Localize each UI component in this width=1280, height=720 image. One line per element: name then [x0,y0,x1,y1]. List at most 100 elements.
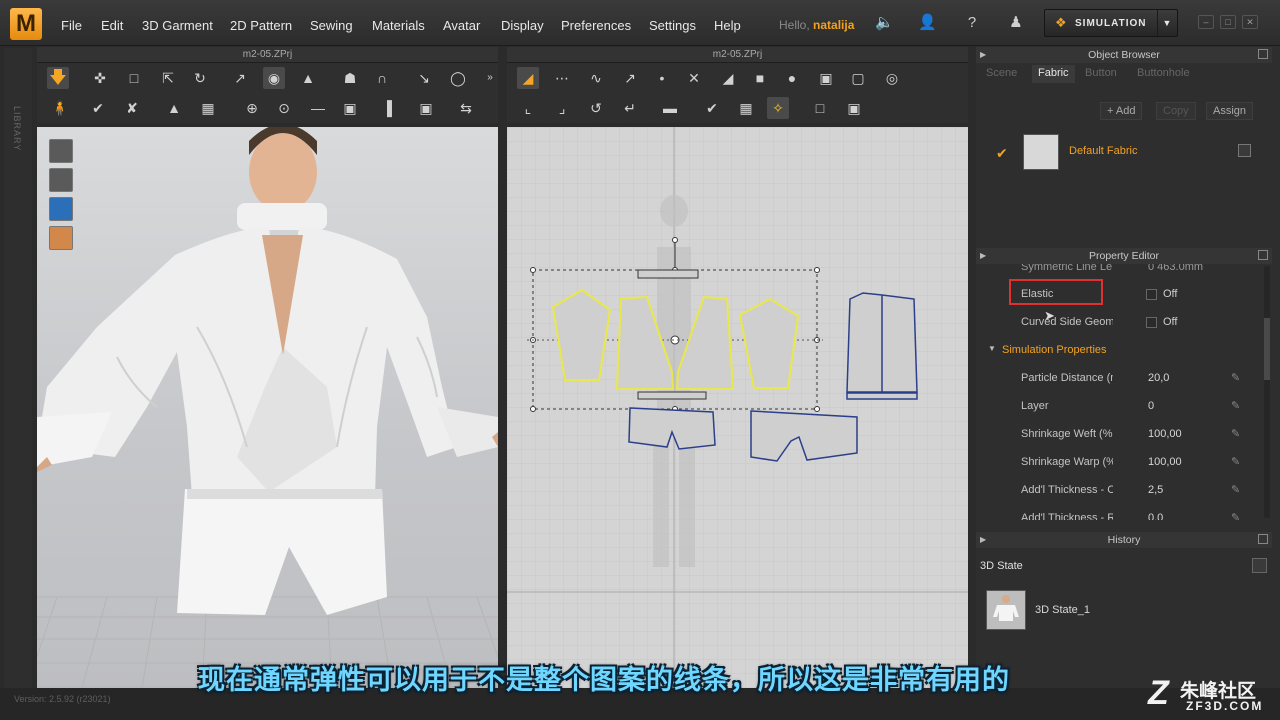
show-fabric-icon[interactable] [49,197,73,221]
edit-point-icon[interactable]: ⋯ [551,67,573,89]
prop-shrinkage-weft-value[interactable]: 100,00 [1148,428,1182,440]
edit-pencil-icon[interactable]: ✎ [1231,511,1240,520]
menu-settings[interactable]: Settings [649,18,696,33]
curve-point-icon[interactable]: ∿ [585,67,607,89]
tab-scene[interactable]: Scene [986,67,1017,85]
fold-icon[interactable]: ▲ [297,67,319,89]
tack-icon[interactable]: ◉ [263,67,285,89]
help-icon[interactable]: ? [963,14,981,32]
menu-sewing[interactable]: Sewing [310,18,353,33]
polygon-icon[interactable]: ◢ [717,67,739,89]
pants-icon[interactable]: ∩ [371,67,393,89]
edit-pencil-icon[interactable]: ✎ [1231,455,1240,468]
collapse-arrow-icon[interactable]: ▶ [980,47,986,63]
pin-icon[interactable]: ✔ [87,97,109,119]
transform-pattern-icon[interactable]: ◢ [517,67,539,89]
expand-arrow-icon[interactable]: ▼ [988,344,996,353]
circle-icon[interactable]: ● [781,67,803,89]
close-button[interactable]: ✕ [1242,15,1258,29]
layer-icon[interactable]: ▣ [415,97,437,119]
move-down-icon[interactable]: 🡇 [47,67,69,89]
view2d-canvas[interactable] [507,127,968,688]
show-avatar-icon[interactable] [49,168,73,192]
collapse-arrow-icon[interactable]: ▶ [980,532,986,548]
graphic-icon[interactable]: ✧ [767,97,789,119]
texture-icon[interactable]: ▦ [735,97,757,119]
button-tool-icon[interactable]: ⊕ [241,97,263,119]
buttonhole-icon[interactable]: ⊙ [273,97,295,119]
library-strip[interactable]: LIBRARY [4,48,32,688]
pin-2d-icon[interactable]: ✔ [701,97,723,119]
menu-2d-pattern[interactable]: 2D Pattern [230,18,292,33]
curved-checkbox[interactable] [1146,317,1157,328]
trace-icon[interactable]: ▌ [381,97,403,119]
edit-pencil-icon[interactable]: ✎ [1231,399,1240,412]
free-sew-icon[interactable]: ⌟ [551,97,573,119]
rotate-icon[interactable]: ↻ [189,67,211,89]
prop-thickness-rendering-value[interactable]: 0,0 [1148,512,1163,520]
prop-particle-distance-value[interactable]: 20,0 [1148,372,1169,384]
history-save-icon[interactable] [1252,558,1267,573]
edit-pencil-icon[interactable]: ✎ [1231,427,1240,440]
internal-polygon-icon[interactable]: ▣ [815,67,837,89]
property-scrollbar[interactable] [1264,266,1270,518]
iron-icon[interactable]: ▬ [659,97,681,119]
fabric-item-name[interactable]: Default Fabric [1069,145,1137,157]
menu-3d-garment[interactable]: 3D Garment [142,18,213,33]
menu-help[interactable]: Help [714,18,741,33]
more-icon[interactable]: » [483,67,497,89]
undock-icon[interactable] [1258,49,1268,59]
box-select-icon[interactable]: □ [123,67,145,89]
undock-icon[interactable] [1258,534,1268,544]
edit-pencil-icon[interactable]: ✎ [1231,483,1240,496]
fabric-save-icon[interactable] [1238,144,1251,157]
strengthen-icon[interactable]: ▲ [163,97,185,119]
prop-shrinkage-warp-value[interactable]: 100,00 [1148,456,1182,468]
menu-materials[interactable]: Materials [372,18,425,33]
add-fabric-button[interactable]: + Add [1100,102,1143,120]
circle-tool-icon[interactable]: ◯ [447,67,469,89]
tab-fabric[interactable]: Fabric [1032,65,1075,83]
maximize-button[interactable]: □ [1220,15,1236,29]
pattern-grid-icon[interactable]: ▦ [197,97,219,119]
undock-icon[interactable] [1258,250,1268,260]
prop-layer-value[interactable]: 0 [1148,400,1154,412]
prop-thickness-collision-value[interactable]: 2,5 [1148,484,1163,496]
zipper-icon[interactable]: — [307,97,329,119]
section-simulation-properties[interactable]: Simulation Properties [1002,344,1107,356]
cut-icon[interactable]: ✕ [683,67,705,89]
simulation-button[interactable]: ❖ SIMULATION ▼ [1044,9,1178,37]
show-garment-icon[interactable] [49,139,73,163]
user-name[interactable]: natalija [813,18,854,32]
line-tool-icon[interactable]: ↗ [229,67,251,89]
arrange-icon[interactable]: ⇆ [455,97,477,119]
history-item[interactable]: 3D State_1 [1035,604,1090,616]
menu-file[interactable]: File [61,18,82,33]
scrollbar-thumb[interactable] [1264,318,1270,380]
menu-avatar[interactable]: Avatar [443,18,480,33]
minimize-button[interactable]: – [1198,15,1214,29]
show-skin-icon[interactable] [49,226,73,250]
app-logo[interactable]: M [10,8,42,40]
edit-curvature-icon[interactable]: ↗ [619,67,641,89]
elastic-checkbox[interactable] [1146,289,1157,300]
internal-circle-icon[interactable]: ◎ [881,67,903,89]
unpin-icon[interactable]: ✘ [121,97,143,119]
assign-fabric-button[interactable]: Assign [1206,102,1254,120]
menu-preferences[interactable]: Preferences [561,18,631,33]
lock-icon[interactable]: ▣ [339,97,361,119]
menu-display[interactable]: Display [501,18,544,33]
collapse-arrow-icon[interactable]: ▶ [980,248,986,264]
community-icon[interactable]: ♟ [1007,14,1025,32]
fabric-swatch[interactable] [1023,134,1059,170]
speaker-icon[interactable]: 🔈 [875,14,894,32]
menu-edit[interactable]: Edit [101,18,123,33]
view3d-canvas[interactable] [37,127,498,688]
history-thumbnail[interactable] [986,590,1026,630]
avatar-pose-icon[interactable]: 🧍 [49,97,71,119]
tab-button[interactable]: Button [1085,67,1117,85]
user-icon[interactable]: 👤 [918,14,937,32]
transform-icon[interactable]: ✜ [89,67,111,89]
scale-icon[interactable]: ⇱ [157,67,179,89]
check-sew-icon[interactable]: ↵ [619,97,641,119]
